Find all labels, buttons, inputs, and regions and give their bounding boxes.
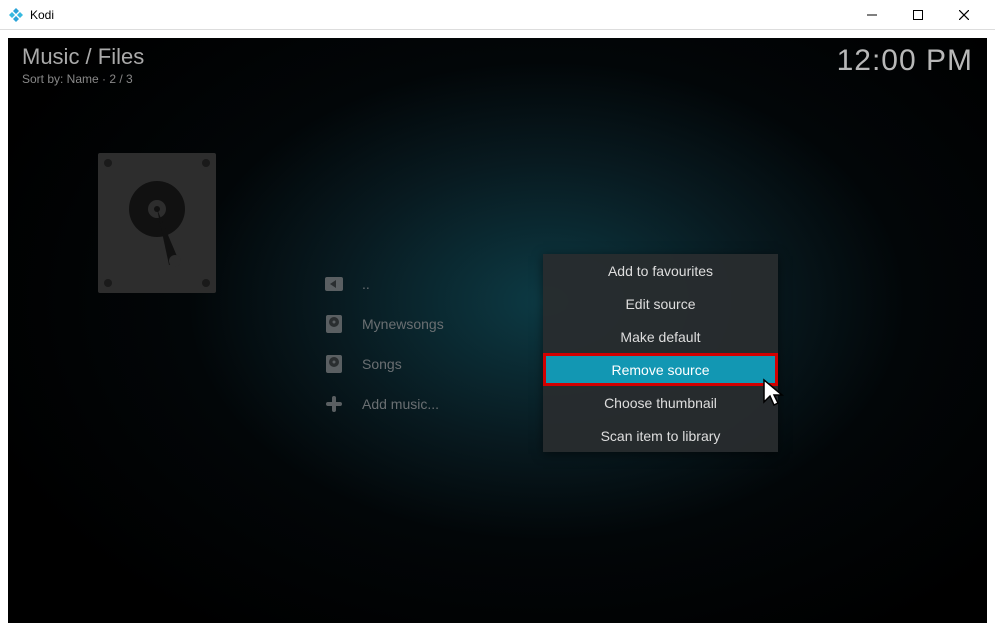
header: Music / Files Sort by: Name · 2 / 3 12:0… — [22, 44, 973, 86]
context-item-add-favourites[interactable]: Add to favourites — [543, 254, 778, 287]
context-menu: Add to favourites Edit source Make defau… — [543, 254, 778, 452]
list-item-label: Add music... — [362, 396, 439, 412]
plus-icon — [324, 396, 344, 412]
list-item-source[interactable]: Songs — [324, 344, 534, 384]
context-item-choose-thumbnail[interactable]: Choose thumbnail — [543, 386, 778, 419]
disc-icon — [324, 355, 344, 373]
maximize-button[interactable] — [895, 0, 941, 30]
breadcrumb: Music / Files — [22, 44, 144, 70]
context-item-remove-source[interactable]: Remove source — [543, 353, 778, 386]
list-item-label: .. — [362, 276, 370, 292]
sort-line: Sort by: Name · 2 / 3 — [22, 72, 144, 86]
list-item-source[interactable]: Mynewsongs — [324, 304, 534, 344]
list-item-label: Mynewsongs — [362, 316, 444, 332]
window-title: Kodi — [30, 8, 849, 22]
window: Kodi Music / Files Sort by: Name · 2 / 3… — [0, 0, 995, 631]
list-item-add-music[interactable]: Add music... — [324, 384, 534, 424]
clock: 12:00 PM — [837, 44, 973, 78]
context-item-make-default[interactable]: Make default — [543, 320, 778, 353]
drive-thumbnail — [98, 153, 216, 293]
app-icon — [8, 7, 24, 23]
back-arrow-icon — [324, 277, 344, 291]
minimize-button[interactable] — [849, 0, 895, 30]
context-item-edit-source[interactable]: Edit source — [543, 287, 778, 320]
file-list: .. Mynewsongs Songs — [324, 264, 534, 424]
list-item-label: Songs — [362, 356, 402, 372]
kodi-app: Music / Files Sort by: Name · 2 / 3 12:0… — [8, 38, 987, 623]
hard-drive-icon — [117, 173, 197, 273]
content-frame: Music / Files Sort by: Name · 2 / 3 12:0… — [0, 30, 995, 631]
close-button[interactable] — [941, 0, 987, 30]
window-controls — [849, 0, 987, 30]
context-item-scan-to-library[interactable]: Scan item to library — [543, 419, 778, 452]
disc-icon — [324, 315, 344, 333]
titlebar: Kodi — [0, 0, 995, 30]
list-item-parent[interactable]: .. — [324, 264, 534, 304]
